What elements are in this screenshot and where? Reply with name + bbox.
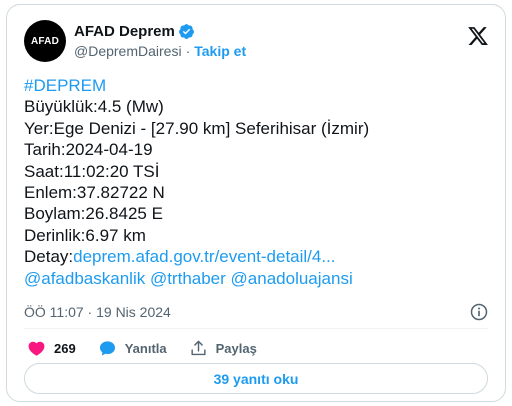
detail-prefix: Detay: (24, 247, 74, 267)
verified-badge-icon (178, 23, 195, 40)
timestamp-row: ÖÖ 11:07 · 19 Nis 2024 (24, 302, 491, 322)
tweet-text: #DEPREM Büyüklük:4.5 (Mw) Yer:Ege Denizi… (24, 75, 494, 289)
tweet-actions: 269 Yanıtla Paylaş (27, 335, 279, 361)
tweet-line-magnitude: Büyüklük:4.5 (Mw) (24, 97, 164, 117)
handle-row: @DepremDairesi · Takip et (74, 41, 246, 60)
name-row: AFAD Deprem (74, 22, 246, 41)
tweet-line-time: Saat:11:02:20 TSİ (24, 161, 160, 181)
heart-icon (28, 341, 45, 356)
tweet-line-latitude: Enlem:37.82722 N (24, 183, 165, 203)
tweet-header: AFAD AFAD Deprem @DepremDairesi · Takip … (24, 19, 491, 63)
share-label: Paylaş (215, 340, 257, 356)
share-icon (191, 340, 206, 355)
mention-trthaber[interactable]: @trthaber (150, 269, 226, 288)
follow-button[interactable]: Takip et (194, 43, 246, 59)
mention-anadoluajansi[interactable]: @anadoluajansi (231, 269, 353, 288)
x-logo-icon[interactable] (467, 25, 489, 47)
separator-dot: · (185, 42, 191, 59)
share-button[interactable]: Paylaş (189, 339, 257, 358)
account-name[interactable]: AFAD Deprem (74, 23, 175, 40)
speech-bubble-icon (99, 340, 115, 356)
avatar[interactable]: AFAD (24, 20, 66, 62)
avatar-text: AFAD (30, 35, 60, 47)
hashtag-link[interactable]: #DEPREM (24, 75, 494, 96)
reply-button[interactable]: Yanıtla (98, 339, 167, 358)
info-icon[interactable] (469, 302, 489, 322)
mention-afadbaskanlik[interactable]: @afadbaskanlik (24, 269, 145, 288)
like-count: 269 (54, 340, 76, 356)
tweet-card: AFAD AFAD Deprem @DepremDairesi · Takip … (6, 4, 506, 402)
timestamp[interactable]: ÖÖ 11:07 · 19 Nis 2024 (24, 304, 171, 320)
detail-link[interactable]: deprem.afad.gov.tr/event-detail/4... (73, 247, 335, 266)
tweet-line-longitude: Boylam:26.8425 E (24, 204, 163, 224)
tweet-line-depth: Derinlik:6.97 km (24, 225, 146, 245)
tweet-line-location: Yer:Ege Denizi - [27.90 km] Seferihisar … (24, 118, 370, 138)
account-handle[interactable]: @DepremDairesi (74, 43, 182, 59)
mentions-line: @afadbaskanlik @trthaber @anadoluajansi (24, 268, 494, 289)
divider (24, 328, 488, 329)
like-button[interactable]: 269 (27, 339, 76, 358)
tweet-line-date: Tarih:2024-04-19 (24, 140, 153, 160)
read-replies-button[interactable]: 39 yanıtı oku (24, 363, 488, 394)
reply-label: Yanıtla (124, 340, 167, 356)
account-identity: AFAD Deprem @DepremDairesi · Takip et (74, 22, 246, 60)
tweet-line-detail: Detay:deprem.afad.gov.tr/event-detail/4.… (24, 246, 494, 267)
